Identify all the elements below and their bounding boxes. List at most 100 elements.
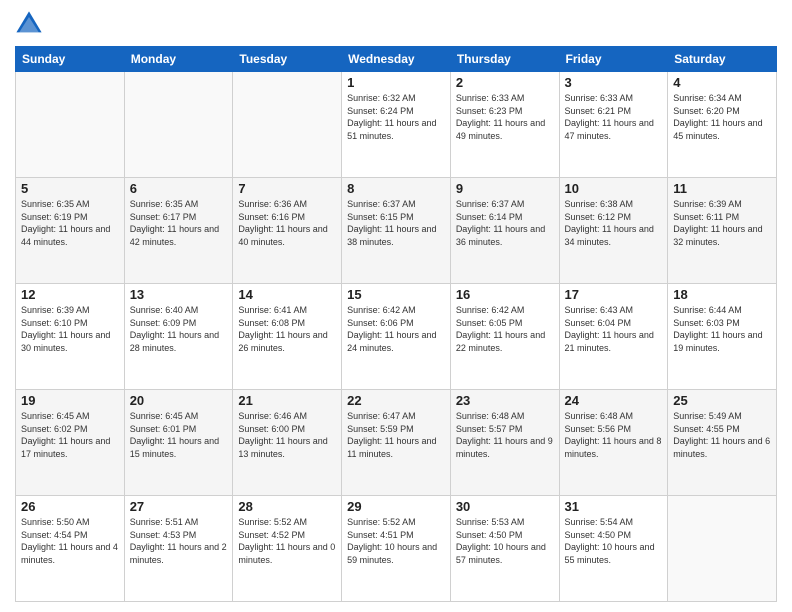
day-cell: 21 Sunrise: 6:46 AMSunset: 6:00 PMDayligh… — [233, 390, 342, 496]
day-number: 5 — [21, 181, 119, 196]
day-cell: 19 Sunrise: 6:45 AMSunset: 6:02 PMDayligh… — [16, 390, 125, 496]
day-cell: 9 Sunrise: 6:37 AMSunset: 6:14 PMDaylight… — [450, 178, 559, 284]
day-cell: 15Sunrise: 6:42 AMSunset: 6:06 PMDayligh… — [342, 284, 451, 390]
day-cell — [233, 72, 342, 178]
weekday-header-row: SundayMondayTuesdayWednesdayThursdayFrid… — [16, 47, 777, 72]
calendar-table: SundayMondayTuesdayWednesdayThursdayFrid… — [15, 46, 777, 602]
day-info: Sunrise: 6:32 AMSunset: 6:24 PMDaylight:… — [347, 92, 445, 142]
day-cell: 24 Sunrise: 6:48 AMSunset: 5:56 PMDayligh… — [559, 390, 668, 496]
weekday-header-sunday: Sunday — [16, 47, 125, 72]
day-number: 28 — [238, 499, 336, 514]
day-cell: 10 Sunrise: 6:38 AMSunset: 6:12 PMDayligh… — [559, 178, 668, 284]
day-number: 9 — [456, 181, 554, 196]
day-cell: 2Sunrise: 6:33 AMSunset: 6:23 PMDaylight… — [450, 72, 559, 178]
day-number: 14 — [238, 287, 336, 302]
day-cell: 12Sunrise: 6:39 AMSunset: 6:10 PMDayligh… — [16, 284, 125, 390]
day-number: 16 — [456, 287, 554, 302]
day-number: 19 — [21, 393, 119, 408]
week-row-1: 1Sunrise: 6:32 AMSunset: 6:24 PMDaylight… — [16, 72, 777, 178]
day-cell: 4 Sunrise: 6:34 AMSunset: 6:20 PMDaylight… — [668, 72, 777, 178]
logo-icon — [15, 10, 43, 38]
day-info: Sunrise: 5:51 AMSunset: 4:53 PMDaylight:… — [130, 516, 228, 566]
day-cell: 3 Sunrise: 6:33 AMSunset: 6:21 PMDaylight… — [559, 72, 668, 178]
day-cell: 29 Sunrise: 5:52 AMSunset: 4:51 PMDayligh… — [342, 496, 451, 602]
day-info: Sunrise: 5:52 AMSunset: 4:52 PMDaylight:… — [238, 516, 336, 566]
day-cell: 30Sunrise: 5:53 AMSunset: 4:50 PMDayligh… — [450, 496, 559, 602]
day-number: 7 — [238, 181, 336, 196]
weekday-header-tuesday: Tuesday — [233, 47, 342, 72]
day-number: 29 — [347, 499, 445, 514]
day-info: Sunrise: 6:48 AMSunset: 5:56 PMDaylight:… — [565, 410, 663, 460]
day-info: Sunrise: 6:46 AMSunset: 6:00 PMDaylight:… — [238, 410, 336, 460]
day-number: 25 — [673, 393, 771, 408]
day-number: 22 — [347, 393, 445, 408]
day-number: 26 — [21, 499, 119, 514]
day-cell: 16 Sunrise: 6:42 AMSunset: 6:05 PMDayligh… — [450, 284, 559, 390]
day-number: 13 — [130, 287, 228, 302]
day-info: Sunrise: 6:37 AMSunset: 6:15 PMDaylight:… — [347, 198, 445, 248]
header — [15, 10, 777, 38]
day-number: 11 — [673, 181, 771, 196]
day-info: Sunrise: 6:45 AMSunset: 6:01 PMDaylight:… — [130, 410, 228, 460]
day-info: Sunrise: 6:38 AMSunset: 6:12 PMDaylight:… — [565, 198, 663, 248]
day-cell: 25 Sunrise: 5:49 AMSunset: 4:55 PMDayligh… — [668, 390, 777, 496]
day-info: Sunrise: 6:43 AMSunset: 6:04 PMDaylight:… — [565, 304, 663, 354]
day-info: Sunrise: 6:48 AMSunset: 5:57 PMDaylight:… — [456, 410, 554, 460]
day-number: 23 — [456, 393, 554, 408]
day-info: Sunrise: 5:50 AMSunset: 4:54 PMDaylight:… — [21, 516, 119, 566]
day-info: Sunrise: 6:33 AMSunset: 6:21 PMDaylight:… — [565, 92, 663, 142]
day-cell: 7Sunrise: 6:36 AMSunset: 6:16 PMDaylight… — [233, 178, 342, 284]
day-number: 24 — [565, 393, 663, 408]
day-cell — [16, 72, 125, 178]
week-row-5: 26 Sunrise: 5:50 AMSunset: 4:54 PMDayligh… — [16, 496, 777, 602]
day-number: 20 — [130, 393, 228, 408]
day-info: Sunrise: 5:54 AMSunset: 4:50 PMDaylight:… — [565, 516, 663, 566]
day-cell: 18 Sunrise: 6:44 AMSunset: 6:03 PMDayligh… — [668, 284, 777, 390]
logo — [15, 10, 47, 38]
day-cell: 22 Sunrise: 6:47 AMSunset: 5:59 PMDayligh… — [342, 390, 451, 496]
day-number: 18 — [673, 287, 771, 302]
weekday-header-friday: Friday — [559, 47, 668, 72]
day-info: Sunrise: 5:49 AMSunset: 4:55 PMDaylight:… — [673, 410, 771, 460]
day-info: Sunrise: 5:52 AMSunset: 4:51 PMDaylight:… — [347, 516, 445, 566]
day-cell: 14 Sunrise: 6:41 AMSunset: 6:08 PMDayligh… — [233, 284, 342, 390]
day-cell: 6 Sunrise: 6:35 AMSunset: 6:17 PMDaylight… — [124, 178, 233, 284]
day-cell: 26 Sunrise: 5:50 AMSunset: 4:54 PMDayligh… — [16, 496, 125, 602]
day-number: 17 — [565, 287, 663, 302]
day-cell: 1Sunrise: 6:32 AMSunset: 6:24 PMDaylight… — [342, 72, 451, 178]
day-number: 27 — [130, 499, 228, 514]
day-cell: 11 Sunrise: 6:39 AMSunset: 6:11 PMDayligh… — [668, 178, 777, 284]
week-row-3: 12Sunrise: 6:39 AMSunset: 6:10 PMDayligh… — [16, 284, 777, 390]
day-cell: 20 Sunrise: 6:45 AMSunset: 6:01 PMDayligh… — [124, 390, 233, 496]
day-info: Sunrise: 6:45 AMSunset: 6:02 PMDaylight:… — [21, 410, 119, 460]
day-info: Sunrise: 6:37 AMSunset: 6:14 PMDaylight:… — [456, 198, 554, 248]
day-number: 10 — [565, 181, 663, 196]
day-cell: 8 Sunrise: 6:37 AMSunset: 6:15 PMDaylight… — [342, 178, 451, 284]
day-number: 12 — [21, 287, 119, 302]
day-number: 8 — [347, 181, 445, 196]
day-number: 3 — [565, 75, 663, 90]
day-number: 30 — [456, 499, 554, 514]
day-number: 4 — [673, 75, 771, 90]
day-number: 21 — [238, 393, 336, 408]
day-info: Sunrise: 6:41 AMSunset: 6:08 PMDaylight:… — [238, 304, 336, 354]
weekday-header-monday: Monday — [124, 47, 233, 72]
day-info: Sunrise: 6:40 AMSunset: 6:09 PMDaylight:… — [130, 304, 228, 354]
day-info: Sunrise: 6:42 AMSunset: 6:05 PMDaylight:… — [456, 304, 554, 354]
day-info: Sunrise: 6:34 AMSunset: 6:20 PMDaylight:… — [673, 92, 771, 142]
day-cell: 17 Sunrise: 6:43 AMSunset: 6:04 PMDayligh… — [559, 284, 668, 390]
week-row-4: 19 Sunrise: 6:45 AMSunset: 6:02 PMDayligh… — [16, 390, 777, 496]
day-number: 31 — [565, 499, 663, 514]
weekday-header-saturday: Saturday — [668, 47, 777, 72]
day-info: Sunrise: 6:44 AMSunset: 6:03 PMDaylight:… — [673, 304, 771, 354]
day-cell — [668, 496, 777, 602]
day-info: Sunrise: 6:39 AMSunset: 6:11 PMDaylight:… — [673, 198, 771, 248]
day-info: Sunrise: 6:47 AMSunset: 5:59 PMDaylight:… — [347, 410, 445, 460]
day-number: 15 — [347, 287, 445, 302]
day-number: 6 — [130, 181, 228, 196]
day-info: Sunrise: 6:33 AMSunset: 6:23 PMDaylight:… — [456, 92, 554, 142]
day-info: Sunrise: 6:35 AMSunset: 6:17 PMDaylight:… — [130, 198, 228, 248]
day-cell: 13 Sunrise: 6:40 AMSunset: 6:09 PMDayligh… — [124, 284, 233, 390]
day-cell: 28 Sunrise: 5:52 AMSunset: 4:52 PMDayligh… — [233, 496, 342, 602]
weekday-header-thursday: Thursday — [450, 47, 559, 72]
